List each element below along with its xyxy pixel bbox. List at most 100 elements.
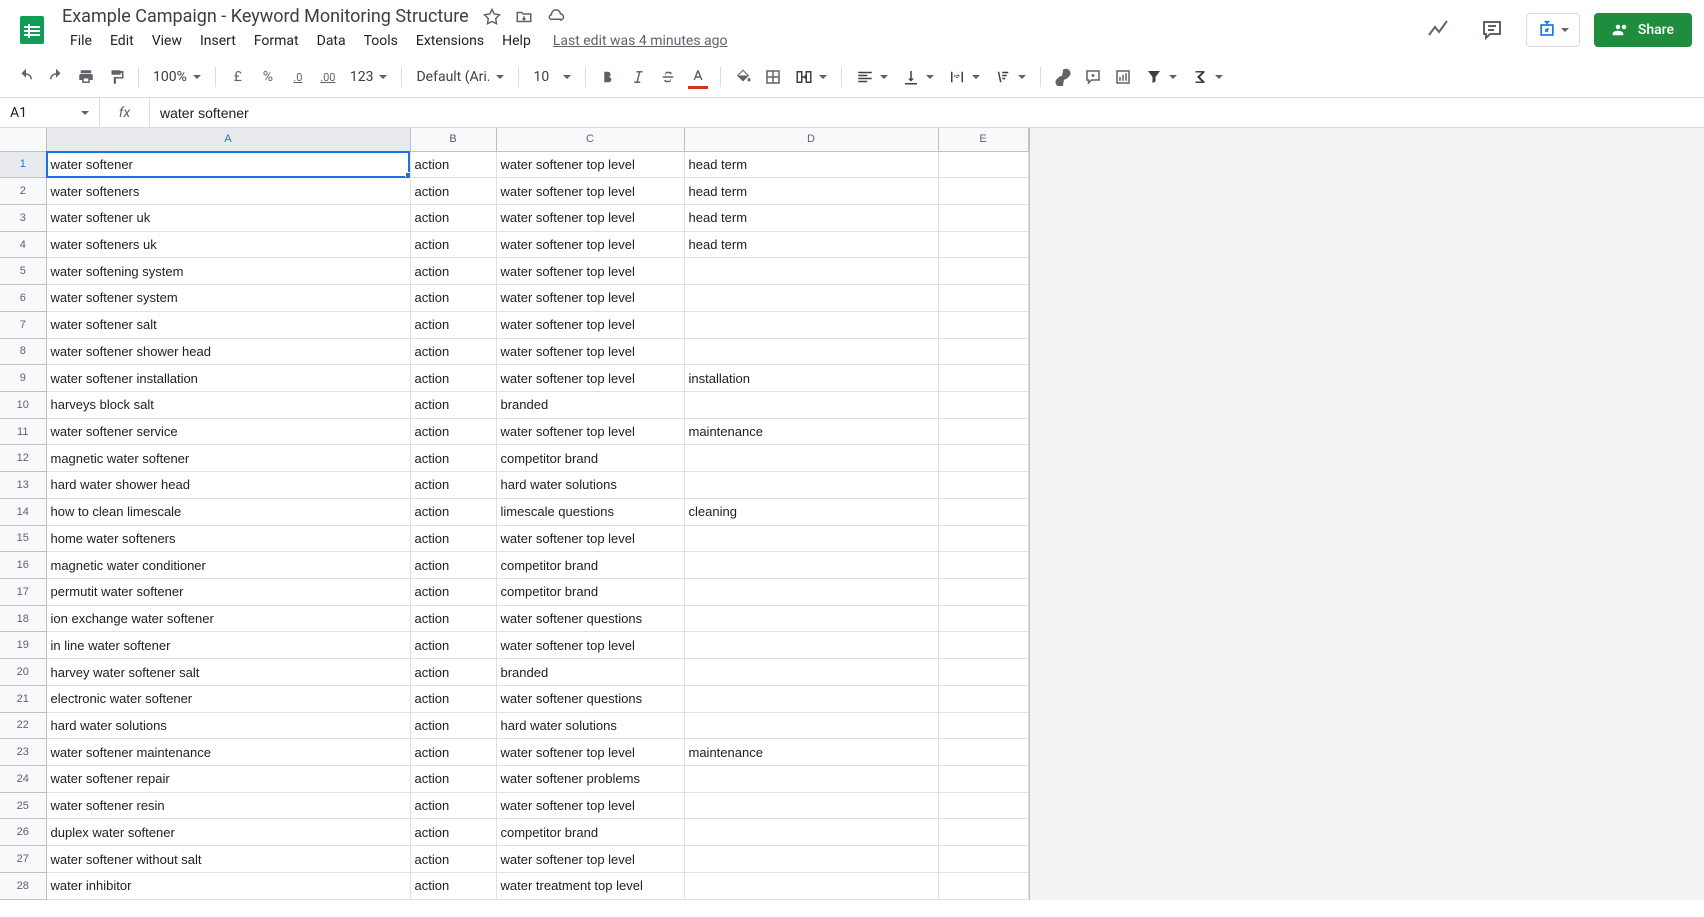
cell[interactable]: water softener top level: [496, 632, 684, 659]
cell[interactable]: in line water softener: [46, 632, 410, 659]
row-header[interactable]: 24: [0, 766, 46, 793]
row-header[interactable]: 9: [0, 365, 46, 392]
cell[interactable]: hard water solutions: [496, 472, 684, 499]
menu-file[interactable]: File: [62, 29, 100, 53]
cell[interactable]: hard water solutions: [496, 712, 684, 739]
decrease-decimal-button[interactable]: .0: [284, 63, 312, 91]
cell[interactable]: [938, 712, 1028, 739]
cell[interactable]: water softener top level: [496, 231, 684, 258]
cell[interactable]: hard water shower head: [46, 472, 410, 499]
cell[interactable]: [938, 231, 1028, 258]
cell[interactable]: head term: [684, 231, 938, 258]
row-header[interactable]: 21: [0, 685, 46, 712]
cell[interactable]: [684, 766, 938, 793]
row-header[interactable]: 5: [0, 258, 46, 285]
row-header[interactable]: 8: [0, 338, 46, 365]
cell[interactable]: [938, 472, 1028, 499]
cell[interactable]: [938, 605, 1028, 632]
row-header[interactable]: 20: [0, 659, 46, 686]
cell[interactable]: water softener top level: [496, 338, 684, 365]
star-icon[interactable]: [483, 8, 501, 26]
share-button[interactable]: Share: [1594, 13, 1692, 47]
cell[interactable]: water softener system: [46, 285, 410, 312]
cell[interactable]: [684, 258, 938, 285]
column-header-e[interactable]: E: [938, 128, 1028, 151]
cell[interactable]: [938, 391, 1028, 418]
cell[interactable]: water softener: [46, 151, 410, 178]
cell[interactable]: [684, 792, 938, 819]
cell[interactable]: [938, 846, 1028, 873]
comment-button[interactable]: [1079, 63, 1107, 91]
sheet-area[interactable]: A B C D E 1water softeneractionwater sof…: [0, 128, 1704, 900]
merge-button[interactable]: [789, 66, 833, 88]
row-header[interactable]: 11: [0, 418, 46, 445]
cell[interactable]: water softener top level: [496, 204, 684, 231]
select-all-corner[interactable]: [0, 128, 46, 151]
cell[interactable]: water softeners uk: [46, 231, 410, 258]
row-header[interactable]: 4: [0, 231, 46, 258]
cell[interactable]: [938, 365, 1028, 392]
cell[interactable]: water softener repair: [46, 766, 410, 793]
cell[interactable]: head term: [684, 178, 938, 205]
cell[interactable]: action: [410, 338, 496, 365]
cell[interactable]: [684, 525, 938, 552]
row-header[interactable]: 16: [0, 552, 46, 579]
cell[interactable]: [938, 685, 1028, 712]
row-header[interactable]: 6: [0, 285, 46, 312]
name-box[interactable]: A1: [0, 98, 100, 127]
cell[interactable]: action: [410, 204, 496, 231]
cell[interactable]: [684, 338, 938, 365]
cell[interactable]: maintenance: [684, 418, 938, 445]
cell[interactable]: [938, 311, 1028, 338]
cell[interactable]: how to clean limescale: [46, 498, 410, 525]
chart-button[interactable]: [1109, 63, 1137, 91]
formula-input[interactable]: water softener: [150, 105, 1704, 121]
column-header-b[interactable]: B: [410, 128, 496, 151]
row-header[interactable]: 23: [0, 739, 46, 766]
cell[interactable]: [938, 632, 1028, 659]
cell[interactable]: water softener resin: [46, 792, 410, 819]
cell[interactable]: [684, 579, 938, 606]
cell[interactable]: action: [410, 151, 496, 178]
row-header[interactable]: 15: [0, 525, 46, 552]
row-header[interactable]: 3: [0, 204, 46, 231]
row-header[interactable]: 27: [0, 846, 46, 873]
cell[interactable]: action: [410, 766, 496, 793]
row-header[interactable]: 12: [0, 445, 46, 472]
cell[interactable]: action: [410, 792, 496, 819]
cell[interactable]: [684, 552, 938, 579]
percent-button[interactable]: %: [254, 63, 282, 91]
menu-insert[interactable]: Insert: [192, 29, 244, 53]
cell[interactable]: cleaning: [684, 498, 938, 525]
cell[interactable]: action: [410, 178, 496, 205]
comments-icon[interactable]: [1472, 10, 1512, 50]
cell[interactable]: [938, 498, 1028, 525]
cell[interactable]: ion exchange water softener: [46, 605, 410, 632]
cell[interactable]: branded: [496, 391, 684, 418]
paint-format-button[interactable]: [102, 63, 130, 91]
cell[interactable]: water softener top level: [496, 285, 684, 312]
menu-data[interactable]: Data: [309, 29, 354, 53]
row-header[interactable]: 17: [0, 579, 46, 606]
cell[interactable]: water softening system: [46, 258, 410, 285]
cell[interactable]: water softener top level: [496, 178, 684, 205]
cell[interactable]: [938, 525, 1028, 552]
cell[interactable]: action: [410, 819, 496, 846]
activity-icon[interactable]: [1418, 10, 1458, 50]
cell[interactable]: water softener service: [46, 418, 410, 445]
cell[interactable]: competitor brand: [496, 579, 684, 606]
cell[interactable]: [938, 872, 1028, 899]
cell[interactable]: action: [410, 605, 496, 632]
strikethrough-button[interactable]: [654, 63, 682, 91]
cell[interactable]: action: [410, 365, 496, 392]
sheets-logo[interactable]: [12, 10, 52, 50]
row-header[interactable]: 10: [0, 391, 46, 418]
cell[interactable]: action: [410, 579, 496, 606]
cloud-icon[interactable]: [547, 8, 565, 26]
row-header[interactable]: 18: [0, 605, 46, 632]
increase-decimal-button[interactable]: .00: [314, 63, 342, 91]
cell[interactable]: action: [410, 632, 496, 659]
last-edit-link[interactable]: Last edit was 4 minutes ago: [553, 33, 728, 49]
cell[interactable]: [938, 178, 1028, 205]
cell[interactable]: [684, 819, 938, 846]
